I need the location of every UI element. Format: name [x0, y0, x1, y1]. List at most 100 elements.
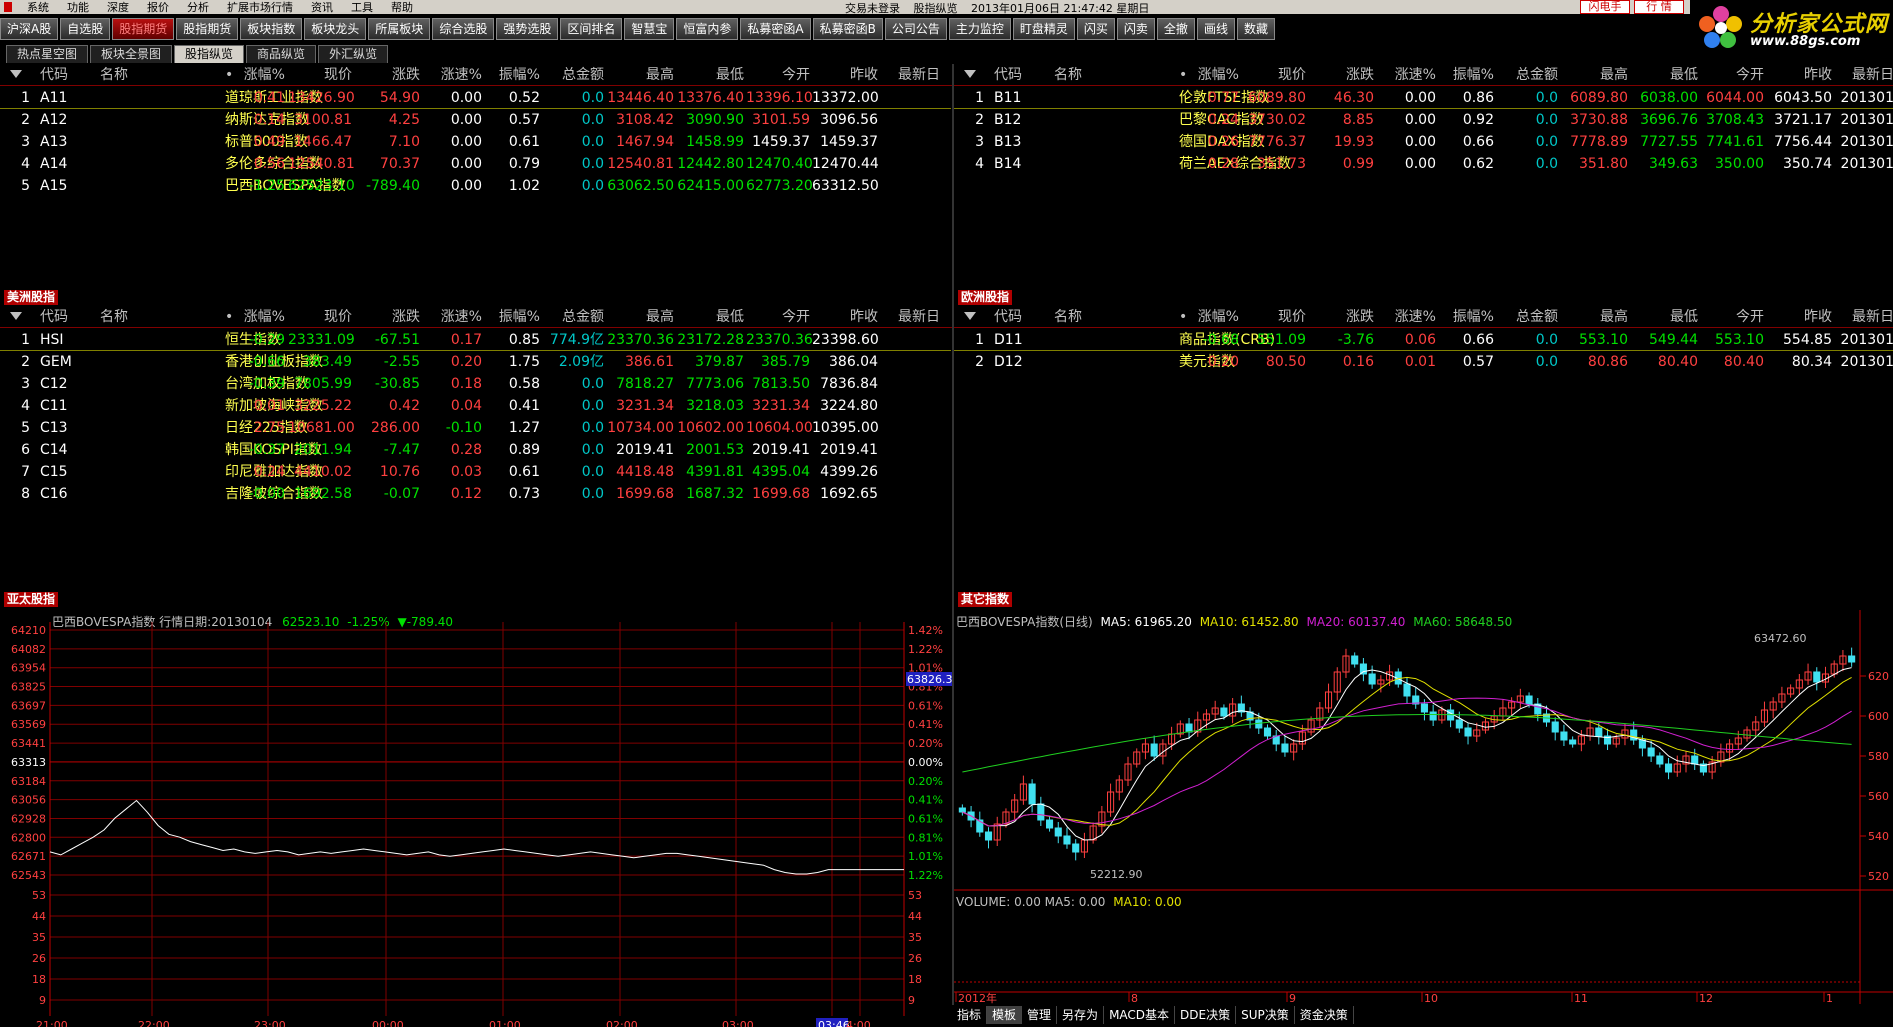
menu-item-7[interactable]: 工具: [342, 0, 382, 15]
column-header-4[interactable]: 现价: [288, 64, 352, 86]
column-header-3[interactable]: 涨幅%: [1194, 306, 1239, 328]
column-header-8[interactable]: 总金额: [542, 306, 604, 328]
toolbar-button-11[interactable]: 恒富内参: [676, 17, 739, 40]
quote-button[interactable]: 行 情: [1634, 0, 1684, 14]
column-header-9[interactable]: 最高: [606, 64, 674, 86]
toolbar-button-21[interactable]: 数藏: [1236, 17, 1275, 40]
status-tab-7[interactable]: 资金决策: [1295, 1006, 1354, 1024]
column-header-0[interactable]: 代码: [40, 64, 100, 86]
column-header-2[interactable]: •: [1179, 306, 1191, 328]
table-menu-icon[interactable]: [10, 312, 22, 320]
status-tab-1[interactable]: 模板: [987, 1006, 1023, 1024]
tab-3[interactable]: 商品纵览: [246, 45, 317, 63]
toolbar-button-12[interactable]: 私募密函A: [740, 17, 811, 40]
table-row[interactable]: 1 A11 道琼斯工业指数 0.41 13426.90 54.90 0.00 0.52 0.0 1…: [0, 87, 952, 109]
menu-item-0[interactable]: 系统: [18, 0, 58, 15]
table-row[interactable]: 3 A13 标普500指数 0.49 1466.47 7.10 0.00 0.61 0.0 146…: [0, 131, 952, 153]
table-row[interactable]: 1 D11 商品指数(CRB) -0.68 551.09 -3.76 0.06 0.66 0.0…: [954, 329, 1893, 351]
toolbar-button-6[interactable]: 所属板块: [368, 17, 431, 40]
status-tab-5[interactable]: DDE决策: [1175, 1006, 1237, 1024]
column-header-11[interactable]: 今开: [746, 64, 810, 86]
kline-chart[interactable]: 620 600 580 560 540 520 2012年 8 9 10 11 12 1 63472.60…: [954, 590, 1893, 1005]
column-header-1[interactable]: 名称: [1054, 306, 1184, 328]
table-row[interactable]: 8 C16 吉隆坡综合指数 -0.00 1692.58 -0.07 0.12 0.73 0.0 1…: [0, 483, 952, 505]
column-header-9[interactable]: 最高: [1560, 306, 1628, 328]
column-header-11[interactable]: 今开: [1700, 64, 1764, 86]
toolbar-button-8[interactable]: 强势选股: [496, 17, 559, 40]
column-header-9[interactable]: 最高: [1560, 64, 1628, 86]
column-header-10[interactable]: 最低: [1630, 306, 1698, 328]
toolbar-button-15[interactable]: 主力监控: [948, 17, 1011, 40]
toolbar-button-1[interactable]: 自选股: [60, 17, 111, 40]
column-header-13[interactable]: 最新日: [1838, 306, 1893, 328]
column-header-4[interactable]: 现价: [288, 306, 352, 328]
column-header-6[interactable]: 涨速%: [424, 306, 482, 328]
column-header-2[interactable]: •: [225, 306, 237, 328]
column-header-10[interactable]: 最低: [1630, 64, 1698, 86]
column-header-12[interactable]: 昨收: [1766, 64, 1832, 86]
toolbar-button-18[interactable]: 闪卖: [1116, 17, 1155, 40]
toolbar-button-3[interactable]: 股指期货: [176, 17, 239, 40]
table-row[interactable]: 2 GEM 香港创业板指数 -0.66 383.49 -2.55 0.20 1.75 2.09亿…: [0, 351, 952, 373]
toolbar-button-2[interactable]: 股指期货: [112, 17, 175, 40]
flash-trade-button[interactable]: 闪电手: [1580, 0, 1630, 14]
menu-item-6[interactable]: 资讯: [302, 0, 342, 15]
table-row[interactable]: 2 B12 巴黎CAC指数 0.24 3730.02 8.85 0.00 0.92 0.0 373…: [954, 109, 1893, 131]
column-header-9[interactable]: 最高: [606, 306, 674, 328]
column-header-13[interactable]: 最新日: [884, 306, 940, 328]
status-tab-6[interactable]: SUP决策: [1236, 1006, 1295, 1024]
table-row[interactable]: 2 A12 纳斯达克指数 0.14 3100.81 4.25 0.00 0.57 0.0 3108…: [0, 109, 952, 131]
menu-item-4[interactable]: 分析: [178, 0, 218, 15]
menu-item-8[interactable]: 帮助: [382, 0, 422, 15]
table-row[interactable]: 1 B11 伦敦FTSE指数 0.77 6089.80 46.30 0.00 0.86 0.0 6…: [954, 87, 1893, 109]
menu-item-2[interactable]: 深度: [98, 0, 138, 15]
column-header-5[interactable]: 涨跌: [354, 64, 420, 86]
toolbar-button-9[interactable]: 区间排名: [560, 17, 623, 40]
column-header-1[interactable]: 名称: [100, 64, 230, 86]
column-header-0[interactable]: 代码: [994, 306, 1054, 328]
table-row[interactable]: 5 C13 日经225指数 2.75 10681.00 286.00 -0.10 1.27 0.…: [0, 417, 952, 439]
toolbar-button-4[interactable]: 板块指数: [240, 17, 303, 40]
tab-0[interactable]: 热点星空图: [6, 45, 89, 63]
table-row[interactable]: 3 C12 台湾加权指数 -0.39 7805.99 -30.85 0.18 0.58 0.0 7…: [0, 373, 952, 395]
column-header-6[interactable]: 涨速%: [1378, 64, 1436, 86]
table-row[interactable]: 7 C15 印尼雅加达指数 0.24 4410.02 10.76 0.03 0.61 0.0 44…: [0, 461, 952, 483]
column-header-1[interactable]: 名称: [100, 306, 230, 328]
toolbar-button-0[interactable]: 沪深A股: [0, 17, 59, 40]
column-header-13[interactable]: 最新日: [884, 64, 940, 86]
tab-2[interactable]: 股指纵览: [174, 45, 245, 63]
menu-item-3[interactable]: 报价: [138, 0, 178, 15]
table-menu-icon[interactable]: [10, 70, 22, 78]
column-header-8[interactable]: 总金额: [1496, 306, 1558, 328]
menu-item-1[interactable]: 功能: [58, 0, 98, 15]
column-header-2[interactable]: •: [225, 64, 237, 86]
table-row[interactable]: 4 B14 荷兰AEX综合指数 0.28 351.73 0.99 0.00 0.62 0.0 35…: [954, 153, 1893, 175]
status-tab-2[interactable]: 管理: [1022, 1006, 1058, 1024]
column-header-7[interactable]: 振幅%: [1438, 306, 1494, 328]
column-header-3[interactable]: 涨幅%: [1194, 64, 1239, 86]
column-header-3[interactable]: 涨幅%: [240, 64, 285, 86]
column-header-4[interactable]: 现价: [1242, 306, 1306, 328]
column-header-11[interactable]: 今开: [746, 306, 810, 328]
column-header-4[interactable]: 现价: [1242, 64, 1306, 86]
table-row[interactable]: 2 D12 美元指数 0.20 80.50 0.16 0.01 0.57 0.0 80.86 80.…: [954, 351, 1893, 373]
column-header-3[interactable]: 涨幅%: [240, 306, 285, 328]
table-row[interactable]: 1 HSI 恒生指数 -0.29 23331.09 -67.51 0.17 0.85 774.9…: [0, 329, 952, 351]
table-menu-icon[interactable]: [964, 312, 976, 320]
toolbar-button-20[interactable]: 画线: [1196, 17, 1235, 40]
table-row[interactable]: 4 C11 新加坡海峡指数 0.01 3225.22 0.42 0.04 0.41 0.0 323…: [0, 395, 952, 417]
toolbar-button-16[interactable]: 盯盘精灵: [1012, 17, 1075, 40]
toolbar-button-5[interactable]: 板块龙头: [304, 17, 367, 40]
column-header-11[interactable]: 今开: [1700, 306, 1764, 328]
column-header-8[interactable]: 总金额: [542, 64, 604, 86]
column-header-8[interactable]: 总金额: [1496, 64, 1558, 86]
column-header-13[interactable]: 最新日: [1838, 64, 1893, 86]
column-header-7[interactable]: 振幅%: [1438, 64, 1494, 86]
column-header-6[interactable]: 涨速%: [424, 64, 482, 86]
column-header-12[interactable]: 昨收: [812, 306, 878, 328]
column-header-2[interactable]: •: [1179, 64, 1191, 86]
table-menu-icon[interactable]: [964, 70, 976, 78]
table-row[interactable]: 5 A15 巴西BOVESPA指数 -1.25 62523.10 -789.40 0.00 1…: [0, 175, 952, 197]
column-header-6[interactable]: 涨速%: [1378, 306, 1436, 328]
table-row[interactable]: 6 C14 韩国KOSPI指数 -0.37 2011.94 -7.47 0.28 0.89 0.…: [0, 439, 952, 461]
